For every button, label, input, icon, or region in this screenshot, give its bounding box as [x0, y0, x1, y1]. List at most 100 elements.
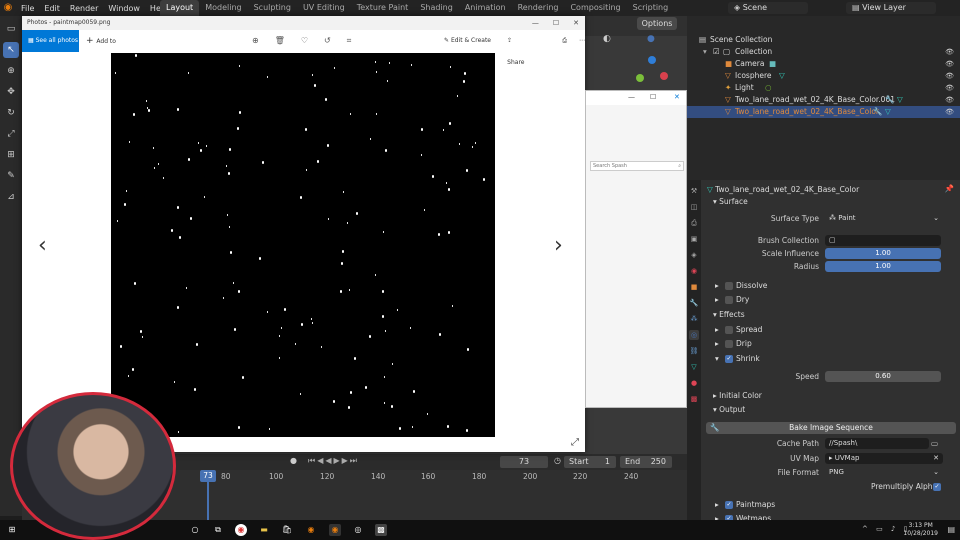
previous-arrow-icon[interactable]: ‹: [38, 233, 47, 258]
close-icon[interactable]: ✕: [573, 16, 579, 30]
scene-tab-icon[interactable]: ◈: [689, 250, 699, 260]
store-icon[interactable]: 🛍: [281, 524, 293, 536]
app-taskbar-icon[interactable]: ◎: [352, 524, 364, 536]
playhead-frame-label[interactable]: 73: [200, 470, 216, 482]
paintmaps-row[interactable]: ▸ ✓ Paintmaps: [715, 499, 915, 511]
dissolve-row[interactable]: ▸ Dissolve: [715, 280, 915, 292]
visibility-eye-icon[interactable]: 👁: [945, 46, 954, 58]
explorer-title-bar[interactable]: — ☐ ✕: [586, 91, 686, 105]
modifier-tab-icon[interactable]: 🔧: [689, 298, 699, 308]
current-frame-field[interactable]: 73: [500, 456, 548, 468]
output-tab-icon[interactable]: ⎙: [689, 218, 699, 228]
shading-solid-icon[interactable]: ◐: [603, 34, 611, 44]
maximize-icon[interactable]: ☐: [553, 16, 559, 30]
tab-rendering[interactable]: Rendering: [512, 0, 565, 16]
explorer-minimize-icon[interactable]: —: [628, 93, 635, 101]
cursor-tool-icon[interactable]: ⊕: [3, 63, 19, 79]
minimize-icon[interactable]: —: [532, 16, 539, 30]
menu-window[interactable]: Window: [103, 4, 145, 13]
options-button[interactable]: Options: [637, 17, 677, 30]
see-all-photos-button[interactable]: ▦ See all photos: [22, 30, 79, 52]
move-tool-icon[interactable]: ✥: [3, 84, 19, 100]
initial-color-panel-header[interactable]: ▸ Initial Color: [713, 390, 762, 402]
share-button[interactable]: ⇪ Share: [507, 30, 530, 74]
outliner-item-icosphere[interactable]: ▽ Icosphere ▽ 👁: [687, 70, 960, 82]
photos-taskbar-icon[interactable]: ▩: [375, 524, 387, 536]
end-frame-field[interactable]: End 250: [620, 456, 672, 468]
particles-tab-icon[interactable]: ⁂: [689, 314, 699, 324]
premultiply-checkbox[interactable]: ✓: [933, 483, 941, 491]
next-arrow-icon[interactable]: ›: [554, 233, 563, 258]
dry-row[interactable]: ▸ Dry: [715, 294, 915, 306]
premultiply-row[interactable]: Premultiply Alpha ✓: [841, 481, 956, 493]
checkbox-icon[interactable]: ☑: [713, 46, 720, 58]
blender-logo-icon[interactable]: ◉: [0, 0, 16, 16]
photos-title-bar[interactable]: Photos - paintmap0059.png — ☐ ✕: [22, 16, 585, 30]
visibility-eye-icon[interactable]: 👁: [945, 94, 954, 106]
blender-taskbar-icon[interactable]: ◉: [305, 524, 317, 536]
shrink-checkbox[interactable]: ✓: [725, 355, 733, 363]
material-tab-icon[interactable]: ●: [689, 378, 699, 388]
spread-checkbox[interactable]: [725, 326, 733, 334]
output-panel-header[interactable]: ▾ Output: [713, 404, 745, 416]
record-icon[interactable]: ●: [290, 456, 297, 465]
annotate-tool-icon[interactable]: ✎: [3, 168, 19, 184]
more-icon[interactable]: ⋯: [579, 30, 585, 74]
cortana-icon[interactable]: ○: [189, 524, 201, 536]
render-tab-icon[interactable]: ◫: [689, 202, 699, 212]
bake-image-sequence-button[interactable]: 🔧 Bake Image Sequence: [706, 422, 956, 434]
visibility-eye-icon[interactable]: 👁: [945, 70, 954, 82]
tab-modeling[interactable]: Modeling: [199, 0, 247, 16]
tab-uv-editing[interactable]: UV Editing: [297, 0, 351, 16]
folder-icon[interactable]: ▭: [931, 438, 938, 450]
visibility-eye-icon[interactable]: 👁: [945, 106, 954, 118]
tab-sculpting[interactable]: Sculpting: [248, 0, 297, 16]
scale-tool-icon[interactable]: ⤢: [3, 126, 19, 142]
menu-file[interactable]: File: [16, 4, 39, 13]
rotate-tool-icon[interactable]: ↻: [3, 105, 19, 121]
paintmaps-checkbox[interactable]: ✓: [725, 501, 733, 509]
outliner-scene-collection[interactable]: ▤ Scene Collection: [687, 34, 960, 46]
select-tool-icon[interactable]: ↖: [3, 42, 19, 58]
playback-controls-icon[interactable]: ⏮◀◀▶▶⏭: [308, 456, 359, 466]
scale-influence-slider[interactable]: 1.00: [825, 248, 941, 259]
paintmap-image[interactable]: [111, 53, 495, 437]
expand-arrow-icon[interactable]: ▾: [703, 46, 707, 58]
data-tab-icon[interactable]: ▽: [689, 362, 699, 372]
speed-field[interactable]: 0.60: [825, 371, 941, 382]
spread-row[interactable]: ▸ Spread: [715, 324, 915, 336]
tab-scripting[interactable]: Scripting: [627, 0, 675, 16]
menu-toggle-icon[interactable]: ▭: [3, 21, 19, 37]
notification-icon[interactable]: ▤: [947, 525, 955, 534]
brush-collection-field[interactable]: ▢: [825, 235, 941, 246]
cache-path-field[interactable]: //Spash\: [825, 438, 929, 449]
pin-icon[interactable]: 📌: [945, 184, 954, 193]
delete-icon[interactable]: 🗑: [275, 30, 285, 52]
explorer-search-input[interactable]: Search Spash ⌕: [590, 161, 684, 171]
outliner-item-road-001[interactable]: ▽ Two_lane_road_wet_02_4K_Base_Color.001…: [687, 94, 960, 106]
fullscreen-icon[interactable]: ⤢: [571, 437, 579, 448]
physics-tab-icon[interactable]: ◎: [689, 330, 699, 340]
world-tab-icon[interactable]: ◉: [689, 266, 699, 276]
rotate-icon[interactable]: ↺: [324, 30, 331, 52]
tab-shading[interactable]: Shading: [414, 0, 459, 16]
tab-layout[interactable]: Layout: [160, 0, 200, 16]
radius-slider[interactable]: 1.00: [825, 261, 941, 272]
transform-tool-icon[interactable]: ⊞: [3, 147, 19, 163]
dissolve-checkbox[interactable]: [725, 282, 733, 290]
tool-tab-icon[interactable]: ⚒: [689, 186, 699, 196]
drip-checkbox[interactable]: [725, 340, 733, 348]
tab-texture-paint[interactable]: Texture Paint: [351, 0, 415, 16]
file-format-dropdown[interactable]: PNG ⌄: [825, 467, 943, 478]
menu-edit[interactable]: Edit: [39, 4, 65, 13]
surface-panel-header[interactable]: ▾ Surface: [713, 196, 748, 208]
start-windows-icon[interactable]: ⊞: [6, 524, 18, 536]
texture-tab-icon[interactable]: ▩: [689, 394, 699, 404]
shading-material-icon[interactable]: ●: [647, 34, 655, 44]
dry-checkbox[interactable]: [725, 296, 733, 304]
constraints-tab-icon[interactable]: ⛓: [689, 346, 699, 356]
drip-row[interactable]: ▸ Drip: [715, 338, 915, 350]
explorer-maximize-icon[interactable]: ☐: [650, 93, 656, 101]
zoom-icon[interactable]: ⊕: [252, 30, 259, 52]
start-frame-field[interactable]: Start 1: [564, 456, 616, 468]
